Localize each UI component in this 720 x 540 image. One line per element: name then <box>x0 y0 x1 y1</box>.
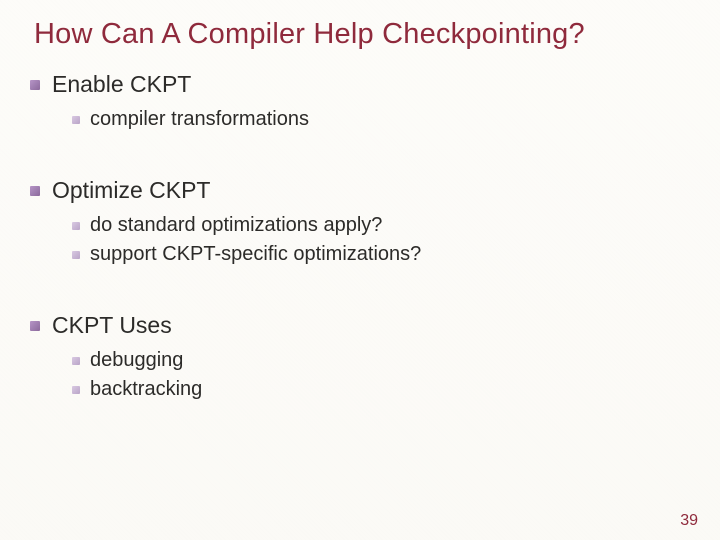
section-heading-text: Optimize CKPT <box>52 177 210 204</box>
spacer <box>30 135 690 169</box>
list-item-text: compiler transformations <box>90 106 309 133</box>
list-item: backtracking <box>72 376 690 403</box>
bullet-lvl1-icon <box>30 80 40 90</box>
section-heading: CKPT Uses <box>30 312 690 339</box>
section-heading: Enable CKPT <box>30 71 690 98</box>
section-heading: Optimize CKPT <box>30 177 690 204</box>
bullet-lvl1-icon <box>30 186 40 196</box>
bullet-lvl2-icon <box>72 357 80 365</box>
list-item: do standard optimizations apply? <box>72 212 690 239</box>
bullet-lvl1-icon <box>30 321 40 331</box>
bullet-lvl2-icon <box>72 116 80 124</box>
section-heading-text: Enable CKPT <box>52 71 191 98</box>
section-heading-text: CKPT Uses <box>52 312 172 339</box>
bullet-lvl2-icon <box>72 251 80 259</box>
list-item: support CKPT-specific optimizations? <box>72 241 690 268</box>
list-item-text: debugging <box>90 347 183 374</box>
list-item-text: backtracking <box>90 376 202 403</box>
bullet-lvl2-icon <box>72 222 80 230</box>
list-item-text: do standard optimizations apply? <box>90 212 382 239</box>
spacer <box>30 270 690 304</box>
slide-title: How Can A Compiler Help Checkpointing? <box>34 18 690 51</box>
bullet-lvl2-icon <box>72 386 80 394</box>
slide: How Can A Compiler Help Checkpointing? E… <box>0 0 720 540</box>
list-item: compiler transformations <box>72 106 690 133</box>
list-item: debugging <box>72 347 690 374</box>
page-number: 39 <box>680 512 698 530</box>
list-item-text: support CKPT-specific optimizations? <box>90 241 421 268</box>
